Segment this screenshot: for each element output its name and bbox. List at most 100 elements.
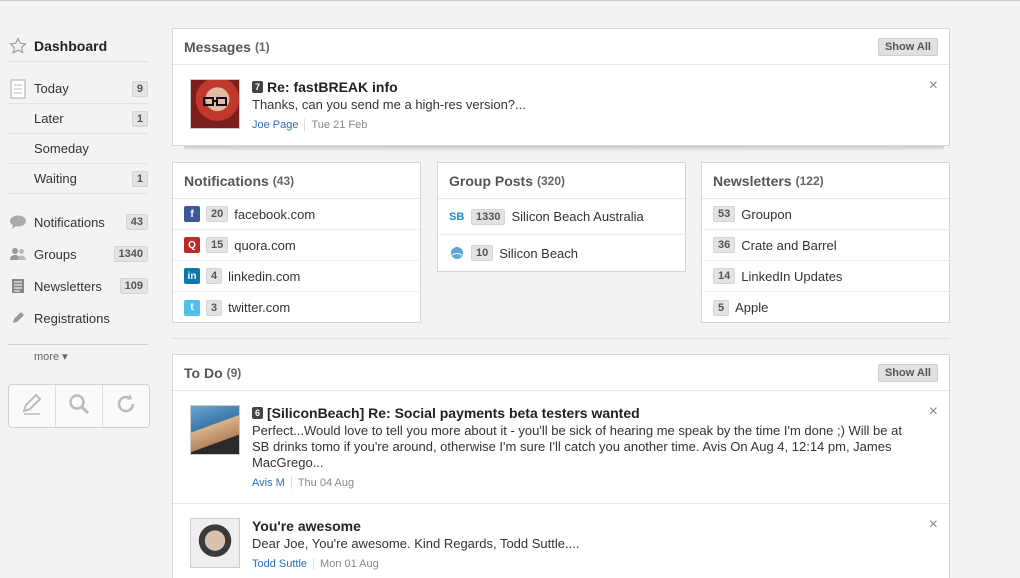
notification-row-facebook[interactable]: f 20 facebook.com (173, 199, 420, 230)
newsletters-header: Newsletters (122) (702, 163, 949, 199)
refresh-icon (114, 392, 138, 421)
row-label: Silicon Beach (499, 245, 579, 261)
notification-row-linkedin[interactable]: in 4 linkedin.com (173, 261, 420, 292)
subject-text: [SiliconBeach] Re: Social payments beta … (267, 405, 640, 421)
count-badge: 10 (471, 245, 494, 261)
group-posts-header: Group Posts (320) (438, 163, 685, 199)
count-badge: 109 (119, 278, 148, 294)
sidebar-item-newsletters[interactable]: Newsletters 109 (8, 270, 148, 302)
close-icon[interactable]: × (929, 517, 938, 533)
group-row-silicon-beach[interactable]: 10 Silicon Beach (438, 235, 685, 271)
sidebar-item-label: Today (34, 81, 69, 96)
newsletter-row[interactable]: 14 LinkedIn Updates (702, 261, 949, 292)
close-icon[interactable]: × (929, 78, 938, 94)
notification-row-twitter[interactable]: t 3 twitter.com (173, 292, 420, 323)
count-badge: 15 (206, 237, 229, 253)
panel-count: (9) (226, 365, 242, 380)
sidebar-item-label: Dashboard (34, 37, 108, 54)
group-logo-icon: SB (449, 210, 465, 223)
message-item[interactable]: 7 Re: fastBREAK info Thanks, can you sen… (173, 65, 949, 143)
speech-bubble-icon (8, 212, 28, 232)
newsletter-row[interactable]: 36 Crate and Barrel (702, 230, 949, 261)
message-date: Mon 01 Aug (320, 558, 379, 570)
show-all-button[interactable]: Show All (877, 37, 938, 56)
avatar (190, 79, 240, 129)
newsletter-row[interactable]: 5 Apple (702, 292, 949, 323)
sidebar-item-later[interactable]: Later 1 (8, 104, 148, 134)
star-icon (8, 36, 28, 56)
top-divider (0, 0, 1020, 1)
sidebar-item-groups[interactable]: Groups 1340 (8, 238, 148, 270)
count-badge: 1 (131, 110, 148, 127)
subject-text: Re: fastBREAK info (267, 79, 398, 95)
section-divider (172, 338, 950, 339)
panel-count: (122) (795, 173, 824, 188)
count-badge: 53 (713, 206, 736, 222)
message-subject[interactable]: 7 Re: fastBREAK info (252, 79, 907, 95)
row-label: facebook.com (234, 206, 316, 222)
search-button[interactable] (56, 385, 103, 427)
group-posts-panel: Group Posts (320) SB 1330 Silicon Beach … (437, 162, 686, 272)
sidebar-item-label: Notifications (34, 214, 105, 230)
group-row-silicon-beach-australia[interactable]: SB 1330 Silicon Beach Australia (438, 199, 685, 235)
sidebar-item-dashboard[interactable]: Dashboard (8, 30, 148, 62)
caret-down-icon: ▾ (62, 351, 68, 363)
row-label: linkedin.com (228, 268, 301, 284)
newsletter-row[interactable]: 53 Groupon (702, 199, 949, 230)
notifications-header: Notifications (43) (173, 163, 420, 199)
pencil-icon (20, 392, 44, 421)
panel-title: Newsletters (713, 172, 792, 189)
show-all-button[interactable]: Show All (877, 363, 938, 382)
row-label: Groupon (741, 206, 792, 222)
sidebar-item-waiting[interactable]: Waiting 1 (8, 164, 148, 194)
message-meta: Todd Suttle Mon 01 Aug (252, 558, 907, 570)
todo-panel: To Do (9) Show All 6 [SiliconBeach] Re: … (172, 354, 950, 578)
sidebar-toolbar (8, 384, 150, 428)
sidebar-divider (8, 344, 148, 345)
group-logo-icon (449, 245, 465, 261)
count-badge: 14 (713, 268, 736, 284)
notification-row-quora[interactable]: Q 15 quora.com (173, 230, 420, 261)
message-date: Tue 21 Feb (311, 119, 368, 131)
people-icon (8, 244, 28, 264)
refresh-button[interactable] (103, 385, 149, 427)
count-badge: 4 (206, 268, 223, 284)
sidebar-item-label: Registrations (34, 310, 110, 326)
todo-item[interactable]: 6 [SiliconBeach] Re: Social payments bet… (173, 391, 949, 504)
notifications-panel: Notifications (43) f 20 facebook.com Q 1… (172, 162, 421, 323)
sidebar-item-label: Later (34, 111, 64, 126)
message-subject[interactable]: You're awesome (252, 518, 907, 534)
sender-link[interactable]: Todd Suttle (252, 558, 315, 570)
message-preview: Perfect...Would love to tell you more ab… (252, 423, 902, 470)
row-label: quora.com (234, 237, 296, 253)
count-badge: 1 (131, 170, 148, 187)
sidebar-item-notifications[interactable]: Notifications 43 (8, 206, 148, 238)
count-badge: 20 (206, 206, 229, 222)
messages-header: Messages (1) Show All (173, 29, 949, 65)
message-meta: Avis M Thu 04 Aug (252, 477, 907, 489)
message-subject[interactable]: 6 [SiliconBeach] Re: Social payments bet… (252, 405, 907, 421)
sidebar-item-label: Waiting (34, 171, 77, 186)
close-icon[interactable]: × (929, 404, 938, 420)
todo-header: To Do (9) Show All (173, 355, 949, 391)
more-label: more (34, 351, 60, 363)
panel-count: (1) (254, 39, 270, 54)
newspaper-icon (8, 276, 28, 296)
sidebar: Dashboard Today 9 Later 1 Someday Waitin… (8, 30, 150, 428)
panel-title: To Do (184, 364, 223, 381)
more-link[interactable]: more ▾ (8, 350, 148, 368)
sidebar-item-someday[interactable]: Someday (8, 134, 148, 164)
message-preview: Dear Joe, You're awesome. Kind Regards, … (252, 536, 580, 551)
sender-link[interactable]: Joe Page (252, 119, 306, 131)
compose-button[interactable] (9, 385, 56, 427)
sidebar-item-label: Newsletters (34, 278, 102, 294)
todo-item[interactable]: You're awesome Dear Joe, You're awesome.… (173, 504, 949, 578)
message-meta: Joe Page Tue 21 Feb (252, 119, 907, 131)
linkedin-icon: in (184, 268, 200, 284)
row-label: Apple (735, 300, 769, 315)
sidebar-item-today[interactable]: Today 9 (8, 74, 148, 104)
count-badge: 5 (713, 299, 730, 316)
sender-link[interactable]: Avis M (252, 477, 292, 489)
sidebar-item-registrations[interactable]: Registrations (8, 302, 148, 334)
row-label: twitter.com (228, 300, 291, 315)
